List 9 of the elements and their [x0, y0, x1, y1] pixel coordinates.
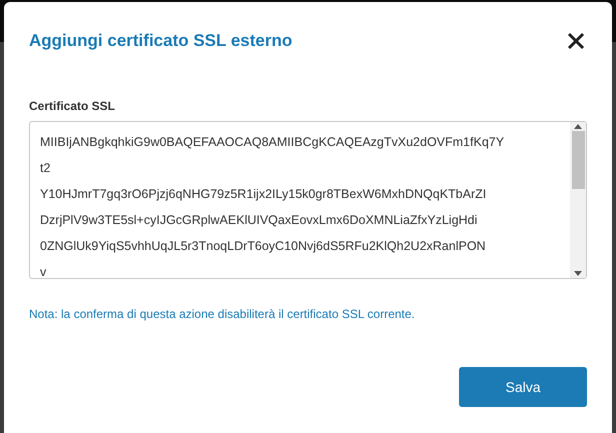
note-text: Nota: la conferma di questa azione disabiliterà il certificato SSL corrente.	[29, 307, 416, 321]
scroll-up-arrow-icon[interactable]	[574, 124, 582, 129]
save-button[interactable]: Salva	[459, 367, 587, 407]
field-label: Certificato SSL	[29, 99, 116, 113]
close-button[interactable]	[565, 30, 587, 52]
scroll-down-arrow-icon[interactable]	[574, 271, 582, 276]
certificate-textarea[interactable]: MIIBIjANBgkqhkiG9w0BAQEFAAOCAQ8AMIIBCgKCAQEAzgTvXu2dOVFm1fKq7Y t2 Y10HJmrT7gq3rO6Pjzj6qNHG79z5R1ijx2ILy15k0gr8TBexW6MxhDNQqKTbArZI DzrjPlV9w3TE5sl+cyIJGcGRplwAEKlUIVQaxEovxLmx6DoXMNLiaZfxYzLigHdi 0ZNGlUk9YiqS5vhhUqJL5r3TnoqLDrT6oyC10Nvj6dS5RFu2KlQh2U2xRanlPON v	[29, 121, 587, 279]
scrollbar[interactable]	[570, 122, 586, 278]
dialog-title: Aggiungi certificato SSL esterno	[29, 31, 292, 51]
